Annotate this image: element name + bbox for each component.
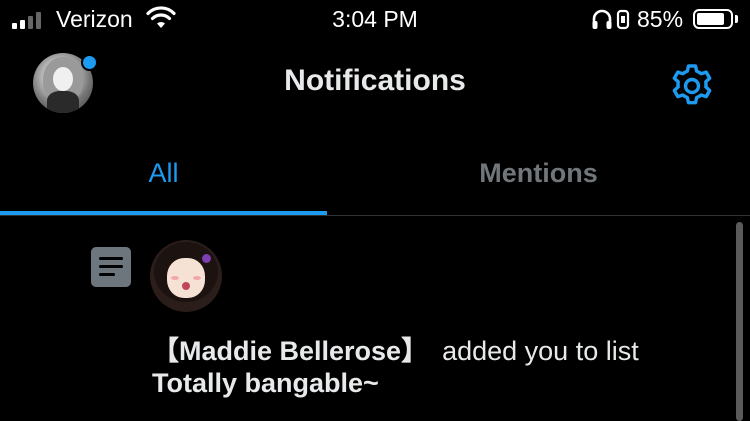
battery-percent: 85% [637,6,684,32]
orientation-lock-icon [616,9,630,30]
list-icon [91,247,131,287]
notification-list-name[interactable]: Totally bangable~ [152,368,379,399]
notification-item[interactable]: 【Maddie Bellerose】 added you to list Tota… [0,216,750,421]
settings-gear-icon[interactable] [668,62,716,110]
tab-mentions[interactable]: Mentions [327,130,750,216]
page-title: Notifications [284,64,466,97]
battery-fill [697,13,724,25]
status-bar: Verizon 3:04 PM 85% [0,0,750,40]
notification-action: added you to list [442,336,639,366]
notifications-screen: Verizon 3:04 PM 85% Notifications All Me… [0,0,750,421]
notification-text: 【Maddie Bellerose】 added you to list [152,329,639,368]
tab-all[interactable]: All [0,130,327,216]
battery-nub [735,15,738,23]
battery-icon [693,9,733,29]
notification-avatar[interactable] [150,240,222,312]
scrollbar[interactable] [736,222,743,421]
notification-user-name[interactable]: 【Maddie Bellerose】 [152,336,428,366]
tab-bar: All Mentions [0,130,750,216]
headphones-icon [592,9,612,29]
